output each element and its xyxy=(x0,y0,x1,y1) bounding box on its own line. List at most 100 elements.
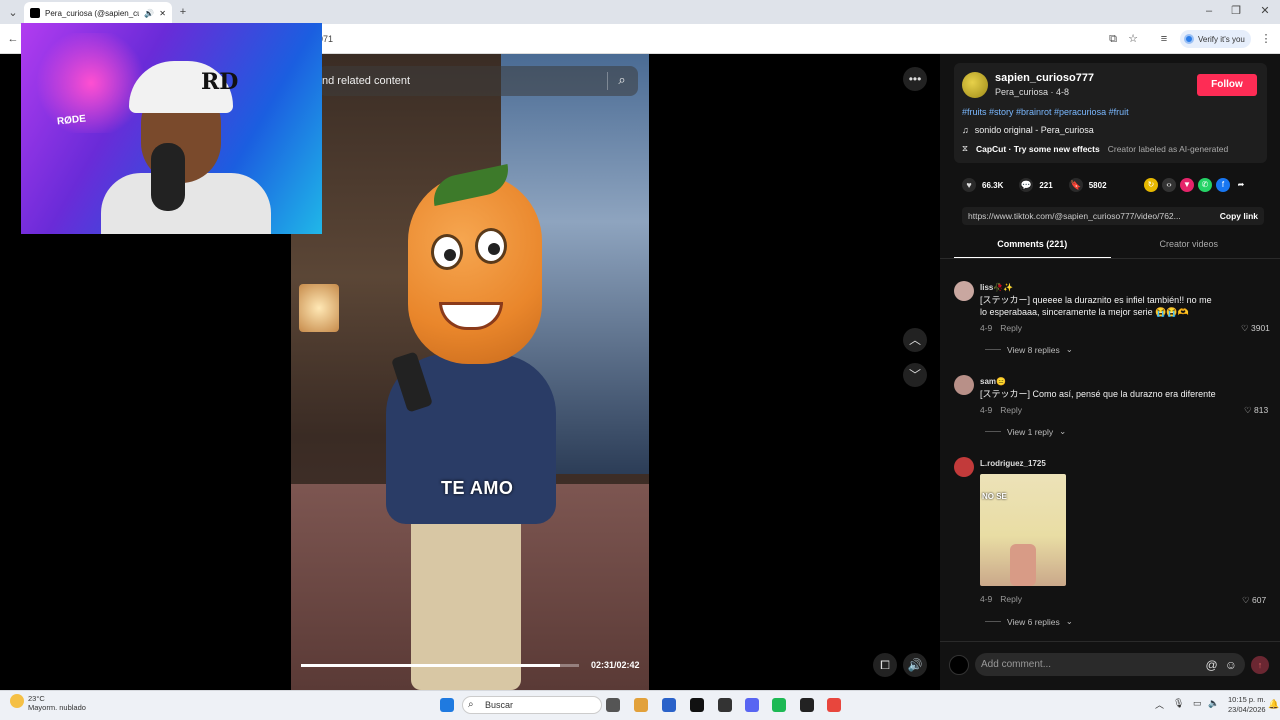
browser-tab[interactable]: Pera_curiosa (@sapien_curi 🔊 ✕ xyxy=(24,2,172,24)
video-player[interactable] xyxy=(291,54,649,690)
comment-sticker-image[interactable]: NO SE xyxy=(980,474,1066,586)
webcam-light xyxy=(31,33,151,133)
view-replies[interactable]: View 8 replies ⌄ xyxy=(985,344,1073,355)
new-tab-icon[interactable]: + xyxy=(176,5,190,19)
verify-button[interactable]: Verify it's you xyxy=(1180,30,1251,48)
search-icon[interactable]: ⌕ xyxy=(614,72,630,88)
spotify-icon[interactable] xyxy=(772,698,786,712)
bookmark-star-icon[interactable]: ☆ xyxy=(1126,32,1140,46)
embed-icon[interactable]: ‹› xyxy=(1162,178,1176,192)
weather-cloud-icon xyxy=(10,694,24,708)
video-timecode: 02:31/02:42 xyxy=(591,660,640,670)
repost-icon[interactable]: ↻ xyxy=(1144,178,1158,192)
comment-meta: 4-9 Reply xyxy=(980,594,1022,604)
find-related-search[interactable]: nd related content ⌕ xyxy=(318,66,638,96)
menu-kebab-icon[interactable]: ⋮ xyxy=(1259,32,1273,46)
view-replies[interactable]: View 6 replies ⌄ xyxy=(985,616,1073,627)
comment-like-count: 3901 xyxy=(1250,323,1270,333)
share-icons: ↻ ‹› ▼ ✆ f ➦ xyxy=(1144,178,1248,192)
volume-icon[interactable]: 🔊 xyxy=(903,653,927,677)
cast-icon[interactable]: ⧉ xyxy=(1106,32,1120,46)
creator-subline: Pera_curiosa · 4-8 xyxy=(995,87,1070,97)
terminal-icon[interactable] xyxy=(690,698,704,712)
cap-logo: RD xyxy=(201,69,239,95)
reading-list-icon[interactable]: ≡ xyxy=(1157,32,1171,46)
network-icon[interactable]: ▭ xyxy=(1193,698,1202,709)
whatsapp-icon[interactable]: ✆ xyxy=(1198,178,1212,192)
volume-tray-icon[interactable]: 🔈 xyxy=(1208,698,1219,709)
video-progress-fill xyxy=(301,664,560,667)
discord-icon[interactable] xyxy=(745,698,759,712)
add-comment-placeholder: Add comment... xyxy=(981,659,1052,670)
avatar[interactable] xyxy=(954,375,974,395)
chrome-icon[interactable] xyxy=(827,698,841,712)
browser-tab-strip xyxy=(0,0,1280,24)
effect-link[interactable]: CapCut · Try some new effects xyxy=(976,144,1100,154)
replies-line xyxy=(985,349,1001,350)
next-video-icon[interactable]: ﹀ xyxy=(903,363,927,387)
task-view-icon[interactable] xyxy=(606,698,620,712)
view-replies-label: View 6 replies xyxy=(1007,616,1060,627)
comment-like[interactable]: ♡ 607 xyxy=(1242,595,1266,606)
taskbar-search[interactable]: Buscar xyxy=(462,696,602,714)
tab-list-icon[interactable]: ⌄ xyxy=(6,6,20,20)
previous-video-icon[interactable]: ︿ xyxy=(903,328,927,352)
comment-date: 4-9 xyxy=(980,594,993,604)
avatar[interactable] xyxy=(954,457,974,477)
reply-button[interactable]: Reply xyxy=(1000,323,1022,333)
maximize-icon[interactable]: ❐ xyxy=(1229,4,1243,18)
chevron-down-icon: ⌄ xyxy=(1065,344,1073,354)
bookmark-icon[interactable]: 🔖 xyxy=(1068,178,1083,192)
comment-author[interactable]: L.rodriguez_1725 xyxy=(980,459,1046,468)
find-related-placeholder: nd related content xyxy=(322,75,411,87)
copilot-icon[interactable] xyxy=(634,698,648,712)
send-icon[interactable]: ▼ xyxy=(1180,178,1194,192)
comment-author[interactable]: sam😑 xyxy=(980,377,1006,386)
reply-button[interactable]: Reply xyxy=(1000,594,1022,604)
creator-username[interactable]: sapien_curioso777 xyxy=(995,72,1094,84)
mention-icon[interactable]: @ xyxy=(1206,658,1218,672)
comment-meta: 4-9 Reply xyxy=(980,405,1022,415)
view-replies[interactable]: View 1 reply ⌄ xyxy=(985,426,1066,437)
tab-creator-videos[interactable]: Creator videos xyxy=(1111,236,1268,258)
back-icon[interactable]: ← xyxy=(6,32,20,46)
app-icon[interactable] xyxy=(718,698,732,712)
clock-date: 23/04/2026 xyxy=(1228,705,1266,714)
facebook-icon[interactable]: f xyxy=(1216,178,1230,192)
mic-tray-icon[interactable]: 🎙 xyxy=(1173,698,1184,709)
store-icon[interactable] xyxy=(662,698,676,712)
tray-chevron-icon[interactable]: ︿ xyxy=(1155,698,1164,711)
reply-button[interactable]: Reply xyxy=(1000,405,1022,415)
tab-close-icon[interactable]: ✕ xyxy=(159,9,166,18)
comment-author[interactable]: liss🥀✨ xyxy=(980,283,1013,292)
sticker-text: NO SE xyxy=(982,492,1007,501)
obs-icon[interactable] xyxy=(800,698,814,712)
sound-link[interactable]: ♫ sonido original - Pera_curiosa xyxy=(962,125,1094,135)
more-options-icon[interactable]: ••• xyxy=(903,67,927,91)
post-comment-button[interactable]: ↑ xyxy=(1251,656,1269,674)
emoji-icon[interactable]: ☺ xyxy=(1225,658,1237,672)
add-comment-input[interactable]: Add comment... @ ☺ xyxy=(975,653,1245,676)
comment-like[interactable]: ♡ 3901 xyxy=(1241,323,1270,334)
clock[interactable]: 10:15 p. m. 23/04/2026 xyxy=(1228,695,1266,715)
start-icon[interactable] xyxy=(440,698,454,712)
weather-widget[interactable]: 23°C Mayorm. nublado xyxy=(10,694,86,712)
video-progress-bar[interactable] xyxy=(301,664,579,667)
creator-avatar[interactable] xyxy=(962,72,988,98)
tab-comments[interactable]: Comments (221) xyxy=(954,236,1111,258)
hashtags[interactable]: #fruits #story #brainrot #peracuriosa #f… xyxy=(962,107,1129,117)
like-heart-icon[interactable]: ♥ xyxy=(962,178,976,192)
comment-icon[interactable]: 💬 xyxy=(1019,178,1034,192)
comment-like[interactable]: ♡ 813 xyxy=(1244,405,1268,416)
tab-audio-icon[interactable]: 🔊 xyxy=(144,9,154,18)
video-bg-lamp xyxy=(299,284,339,332)
notification-bell-icon[interactable]: 🔔 xyxy=(1268,699,1279,710)
avatar[interactable] xyxy=(954,281,974,301)
copy-link-button[interactable]: Copy link xyxy=(1214,211,1264,221)
follow-button[interactable]: Follow xyxy=(1197,74,1257,96)
tabs-divider xyxy=(940,258,1280,259)
minimize-icon[interactable]: – xyxy=(1202,4,1216,18)
close-window-icon[interactable]: ✕ xyxy=(1258,4,1272,18)
pip-icon[interactable]: ⧠ xyxy=(873,653,897,677)
share-arrow-icon[interactable]: ➦ xyxy=(1234,178,1248,192)
